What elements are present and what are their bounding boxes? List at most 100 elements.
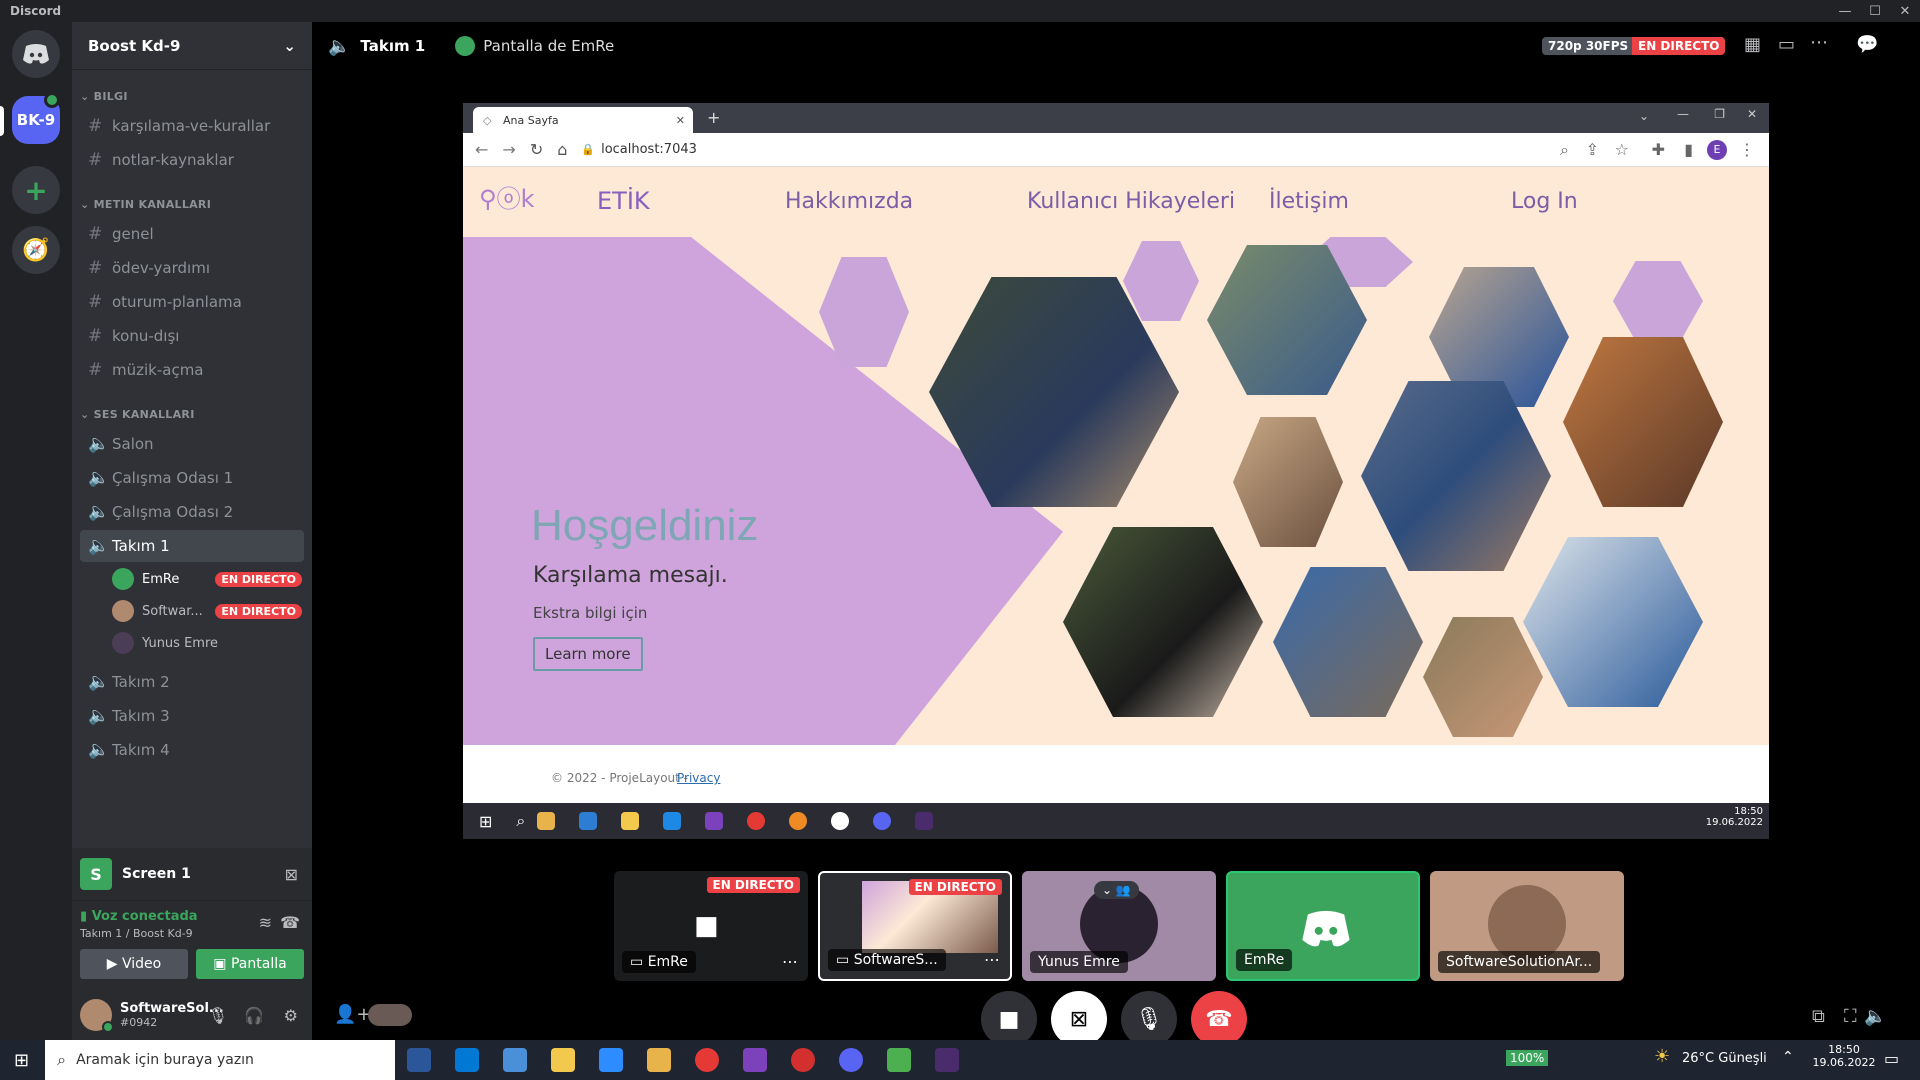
more-icon[interactable]: ⋯ <box>984 950 1000 969</box>
restore-icon[interactable]: ❐ <box>1714 107 1725 121</box>
screen-button[interactable]: ▣ Pantalla <box>196 949 304 979</box>
taskbar-search[interactable]: ⌕ Aramak için buraya yazın <box>45 1040 396 1080</box>
tile-emre-stream[interactable]: EN DIRECTO ■ ▭ EmRe ⋯ <box>614 871 808 981</box>
terminal-icon[interactable] <box>915 812 934 830</box>
maximize-icon[interactable]: ☐ <box>1860 0 1890 22</box>
screen-share-button[interactable]: ⊠ <box>1051 991 1107 1047</box>
discord-icon[interactable] <box>873 812 892 830</box>
learn-more-button[interactable]: Learn more <box>533 637 643 671</box>
voice-channel-takim4[interactable]: 🔈 Takım 4 <box>80 734 304 766</box>
battery-indicator[interactable]: 100% <box>1506 1050 1549 1066</box>
star-icon[interactable]: ☆ <box>1615 140 1629 159</box>
headphones-icon[interactable]: 🎧 <box>244 1006 264 1025</box>
channel-genel[interactable]: # genel <box>80 218 304 250</box>
privacy-link[interactable]: Privacy <box>677 771 720 785</box>
reload-icon[interactable]: ↻ <box>530 140 543 159</box>
file-explorer-icon[interactable] <box>537 812 556 830</box>
notification-icon[interactable]: ▭ <box>1884 1049 1899 1068</box>
visual-studio-icon[interactable] <box>743 1048 768 1072</box>
browser-tab[interactable]: ◇ Ana Sayfa ✕ <box>473 107 693 133</box>
add-user-icon[interactable]: 👤+ <box>334 1004 372 1025</box>
site-brand[interactable]: ETİK <box>597 187 650 215</box>
postman-icon[interactable] <box>789 812 808 830</box>
nav-iletisim[interactable]: İletişim <box>1269 189 1349 214</box>
sidepanel-icon[interactable]: ▮ <box>1684 140 1693 159</box>
category-bilgi[interactable]: ⌄ BILGI <box>80 90 128 103</box>
forward-icon[interactable]: → <box>502 140 515 159</box>
zoom-icon[interactable] <box>599 1048 624 1072</box>
voice-user-software[interactable]: Softwar... EN DIRECTO <box>112 597 308 625</box>
explore-icon[interactable]: 🧭 <box>12 226 60 274</box>
voice-location[interactable]: Takım 1 / Boost Kd-9 <box>80 927 193 940</box>
chevron-up-icon[interactable]: ⌃ <box>1782 1049 1794 1065</box>
server-header[interactable]: Boost Kd-9 ⌄ <box>72 22 312 70</box>
menu-icon[interactable]: ⋮ <box>1739 140 1755 159</box>
tile-software-stream[interactable]: EN DIRECTO ▭ SoftwareS... ⋯ <box>818 871 1012 981</box>
avatar[interactable] <box>80 999 114 1033</box>
stop-share-icon[interactable]: ⊠ <box>285 865 298 884</box>
search-icon[interactable]: ⌕ <box>516 811 525 831</box>
mail-icon[interactable] <box>503 1048 528 1072</box>
close-icon[interactable]: ✕ <box>1890 0 1920 22</box>
nav-hakkimizda[interactable]: Hakkımızda <box>785 189 913 214</box>
disconnect-icon[interactable]: ☎ <box>280 913 300 932</box>
add-server-icon[interactable]: + <box>12 166 60 214</box>
voice-channel-takim2[interactable]: 🔈 Takım 2 <box>80 666 304 698</box>
participant-avatars[interactable] <box>368 1004 412 1026</box>
app-icon[interactable] <box>831 812 850 830</box>
close-icon[interactable]: ✕ <box>1747 107 1757 121</box>
visual-studio-icon[interactable] <box>705 812 724 830</box>
tile-software[interactable]: SoftwareSolutionAr... <box>1430 871 1624 981</box>
windows-start-icon[interactable]: ⊞ <box>14 1050 29 1071</box>
clock-time[interactable]: 18:50 <box>1808 1043 1880 1056</box>
tile-emre[interactable]: EmRe <box>1226 871 1420 981</box>
mail-icon[interactable] <box>579 812 598 830</box>
microphone-icon[interactable]: 🎙 <box>208 1006 228 1025</box>
voice-channel-takim1[interactable]: 🔈 Takım 1 <box>80 530 304 562</box>
voice-channel-calisma2[interactable]: 🔈 Çalışma Odası 2 <box>80 496 304 528</box>
close-tab-icon[interactable]: ✕ <box>676 114 685 127</box>
store-icon[interactable] <box>455 1048 480 1072</box>
voice-channel-takim3[interactable]: 🔈 Takım 3 <box>80 700 304 732</box>
chrome-icon[interactable] <box>747 812 766 830</box>
channel-konu[interactable]: # konu-dışı <box>80 320 304 352</box>
minimize-icon[interactable]: — <box>1830 0 1860 22</box>
file-explorer-icon[interactable] <box>647 1048 672 1072</box>
shared-screen[interactable]: ◇ Ana Sayfa ✕ + ⌄ — ❐ ✕ ← → ↻ ⌂ 🔒 localh… <box>463 103 1769 839</box>
nav-login[interactable]: Log In <box>1511 189 1578 214</box>
popout-icon[interactable]: ▭ <box>1778 34 1795 55</box>
word-icon[interactable] <box>407 1048 432 1072</box>
nav-hikayeler[interactable]: Kullanıcı Hikayeleri <box>1027 189 1235 214</box>
channel-notlar[interactable]: # notlar-kaynaklar <box>80 144 304 176</box>
more-icon[interactable]: ⋯ <box>1810 32 1828 53</box>
sticky-notes-icon[interactable] <box>621 812 640 830</box>
zoom-icon[interactable]: ⌕ <box>1560 140 1569 160</box>
chrome-icon[interactable] <box>695 1048 720 1072</box>
grid-layout-icon[interactable]: ▦ <box>1744 34 1761 55</box>
category-ses[interactable]: ⌄ SES KANALLARI <box>80 408 195 421</box>
minimize-icon[interactable]: — <box>1677 107 1689 121</box>
windows-start-icon[interactable]: ⊞ <box>479 812 492 831</box>
more-icon[interactable]: ⋯ <box>782 952 798 971</box>
voice-user-emre[interactable]: EmRe EN DIRECTO <box>112 565 308 593</box>
popout-icon[interactable]: ⧉ <box>1812 1006 1825 1027</box>
leave-call-button[interactable]: ☎ <box>1191 991 1247 1047</box>
channel-odev[interactable]: # ödev-yardımı <box>80 252 304 284</box>
vscode-icon[interactable] <box>663 812 682 830</box>
voice-status[interactable]: ▮ Voz conectada <box>80 909 198 924</box>
tile-yunus[interactable]: ⌄ 👥 Yunus Emre <box>1022 871 1216 981</box>
back-icon[interactable]: ← <box>475 140 488 159</box>
video-button[interactable]: ▶ Video <box>80 949 188 979</box>
voice-channel-salon[interactable]: 🔈 Salon <box>80 428 304 460</box>
home-icon[interactable]: ⌂ <box>557 140 567 159</box>
channel-muzik[interactable]: # müzik-açma <box>80 354 304 386</box>
channel-karsilama[interactable]: # karşılama-ve-kurallar <box>80 110 304 142</box>
fullscreen-icon[interactable]: ⛶ <box>1844 1006 1857 1027</box>
discord-home-icon[interactable] <box>12 30 60 78</box>
terminal-icon[interactable] <box>935 1048 960 1072</box>
share-icon[interactable]: ⇪ <box>1586 140 1599 159</box>
camera-button[interactable]: ■ <box>981 991 1037 1047</box>
voice-channel-calisma1[interactable]: 🔈 Çalışma Odası 1 <box>80 462 304 494</box>
extensions-icon[interactable]: ✚ <box>1652 140 1665 159</box>
gear-icon[interactable]: ⚙ <box>284 1006 298 1025</box>
